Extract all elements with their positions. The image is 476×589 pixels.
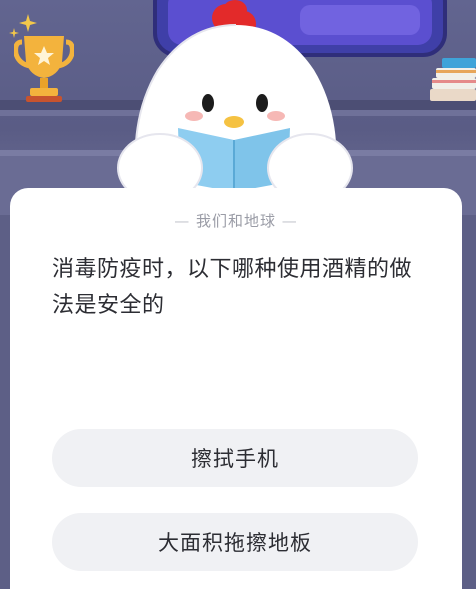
book-stack-icon xyxy=(430,58,476,101)
answer-option-1[interactable]: 擦拭手机 xyxy=(52,429,418,487)
trophy-icon xyxy=(14,36,74,102)
answer-option-2[interactable]: 大面积拖擦地板 xyxy=(52,513,418,571)
category-dash-right: — xyxy=(276,212,298,230)
category-dash-left: — xyxy=(174,212,196,230)
quiz-page: — 我们和地球 — 消毒防疫时，以下哪种使用酒精的做法是安全的 擦拭手机 大面积… xyxy=(0,0,476,589)
chick-mascot xyxy=(117,0,353,203)
question-text: 消毒防疫时，以下哪种使用酒精的做法是安全的 xyxy=(52,257,413,318)
question-card: — 我们和地球 — 消毒防疫时，以下哪种使用酒精的做法是安全的 擦拭手机 大面积… xyxy=(10,188,462,589)
header-illustration xyxy=(0,0,476,215)
category-label: — 我们和地球 — xyxy=(10,210,462,231)
category-text: 我们和地球 xyxy=(195,212,276,230)
